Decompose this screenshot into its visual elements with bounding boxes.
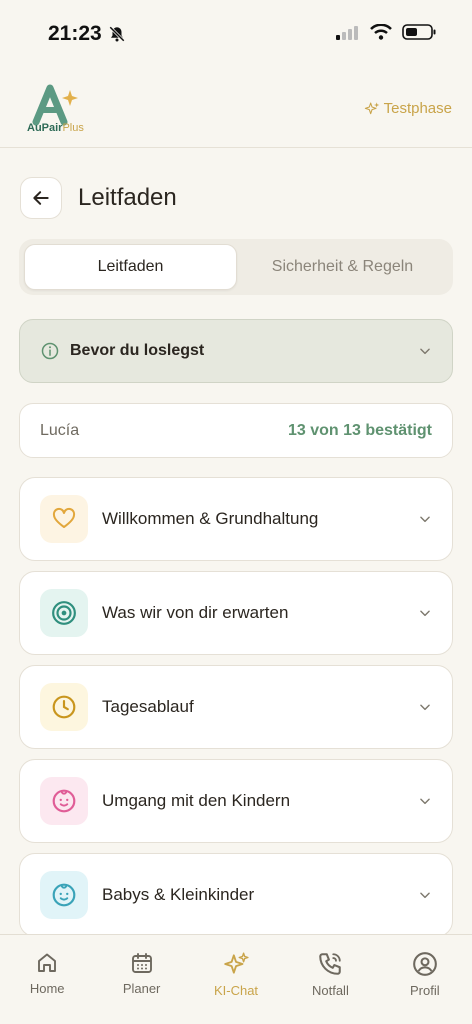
confirmation-progress: Lucía 13 von 13 bestätigt: [19, 403, 453, 458]
section-label: Babys & Kleinkinder: [102, 885, 255, 904]
chevron-down-icon: [420, 704, 430, 711]
section-icon-box: [40, 777, 88, 825]
tab-sicherheit-regeln[interactable]: Sicherheit & Regeln: [237, 244, 448, 290]
notice-label: Bevor du loslegst: [70, 342, 205, 359]
baby-face-icon: [52, 789, 76, 813]
before-start-accordion[interactable]: Bevor du loslegst: [19, 319, 453, 383]
section-tagesablauf[interactable]: Tagesablauf: [19, 665, 453, 749]
home-icon: [38, 953, 57, 972]
calendar-icon: [131, 953, 152, 973]
nav-home[interactable]: Home: [0, 935, 94, 1024]
section-label: Tagesablauf: [102, 697, 194, 716]
tab-leitfaden[interactable]: Leitfaden: [24, 244, 237, 290]
target-icon: [52, 601, 76, 625]
section-kinder[interactable]: Umgang mit den Kindern: [19, 759, 453, 843]
confirmation-status: 13 von 13 bestätigt: [287, 421, 432, 439]
chevron-down-icon: [420, 798, 430, 805]
profile-icon: [412, 952, 437, 976]
section-babys[interactable]: Babys & Kleinkinder: [19, 853, 453, 937]
bell-muted-icon: [108, 26, 125, 42]
logo-text-accent: Plus: [62, 122, 84, 134]
status-bar: 21:23: [0, 0, 472, 70]
section-erwartungen[interactable]: Was wir von dir erwarten: [19, 571, 453, 655]
logo-text: AuPairPlus: [27, 122, 84, 134]
heart-icon: [52, 507, 76, 528]
nav-profil[interactable]: Profil: [378, 935, 472, 1024]
trial-label: Testphase: [383, 100, 452, 117]
clock-icon: [52, 695, 76, 719]
signal-icon: [336, 26, 358, 40]
wifi-icon: [370, 24, 392, 40]
info-icon: [41, 342, 59, 360]
arrow-left-icon: [33, 191, 49, 205]
nav-label: KI-Chat: [213, 983, 259, 998]
title-row: Leitfaden: [20, 177, 177, 219]
chevron-down-icon: [420, 610, 430, 617]
status-time: 21:23: [48, 22, 126, 46]
clock-text: 21:23: [48, 22, 102, 45]
nav-notfall[interactable]: Notfall: [283, 935, 377, 1024]
logo-text-main: AuPair: [27, 122, 63, 134]
section-icon-box: [40, 495, 88, 543]
nav-label: Profil: [410, 983, 440, 998]
chevron-down-icon: [420, 516, 430, 523]
nav-ki-chat[interactable]: KI-Chat: [189, 935, 283, 1024]
logo-mark-icon: [32, 84, 78, 126]
section-icon-box: [40, 589, 88, 637]
nav-label: Planer: [122, 981, 161, 996]
page-title: Leitfaden: [78, 184, 177, 211]
tab-switcher: Leitfaden Sicherheit & Regeln: [19, 239, 453, 295]
bottom-navigation: Home Planer KI-Chat Notfall Profil: [0, 934, 472, 1024]
section-icon-box: [40, 871, 88, 919]
trial-badge[interactable]: Testphase: [364, 100, 452, 117]
sparkle-icon: [224, 952, 249, 974]
nav-planer[interactable]: Planer: [94, 935, 188, 1024]
phone-icon: [319, 953, 342, 975]
section-willkommen[interactable]: Willkommen & Grundhaltung: [19, 477, 453, 561]
nav-label: Home: [29, 981, 65, 996]
section-label: Willkommen & Grundhaltung: [102, 509, 319, 528]
section-label: Was wir von dir erwarten: [102, 603, 289, 622]
section-icon-box: [40, 683, 88, 731]
battery-icon: [402, 24, 436, 40]
chevron-down-icon: [420, 892, 430, 899]
nav-label: Notfall: [311, 983, 349, 998]
aupair-name: Lucía: [40, 421, 80, 439]
sparkle-icon: [364, 101, 379, 114]
chevron-down-icon: [420, 348, 430, 355]
section-label: Umgang mit den Kindern: [102, 791, 291, 810]
back-button[interactable]: [20, 177, 62, 219]
app-header: AuPairPlus Testphase: [0, 70, 472, 148]
baby-face-icon: [52, 883, 76, 907]
